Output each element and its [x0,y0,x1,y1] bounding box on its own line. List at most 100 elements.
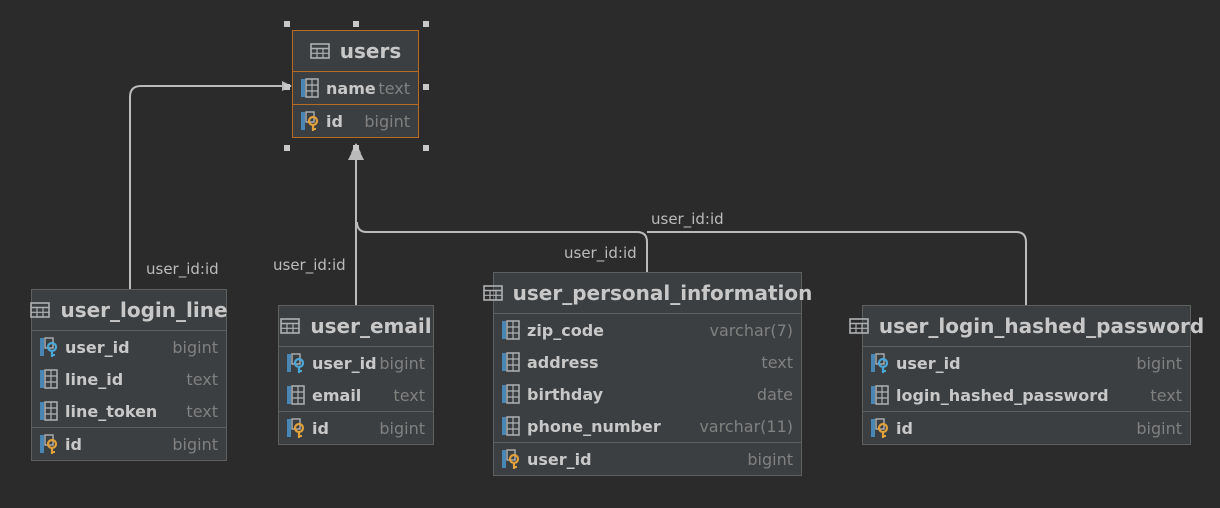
column-row[interactable]: id bigint [863,411,1190,444]
column-name: phone_number [527,416,661,436]
column-row[interactable]: birthday date [494,378,801,410]
column-type: bigint [172,434,218,454]
selection-handle[interactable] [423,145,429,151]
primary-key-icon [299,110,321,132]
table-icon [482,285,503,301]
column-icon [500,319,522,341]
column-type: date [756,384,793,404]
column-row[interactable]: line_token text [32,395,226,427]
primary-foreign-key-icon [500,448,522,470]
column-row[interactable]: user_id bigint [279,347,433,379]
table-icon [309,43,330,59]
foreign-key-icon [38,336,60,358]
table-header[interactable]: user_personal_information [482,273,812,314]
selection-handle[interactable] [284,84,290,90]
column-type: bigint [1136,418,1182,438]
column-row[interactable]: user_id bigint [863,347,1190,379]
column-row[interactable]: email text [279,379,433,411]
relation-label: user_id:id [273,256,346,275]
column-icon [38,400,60,422]
table-title: user_personal_information [512,281,813,305]
column-icon [299,77,321,99]
selection-handle[interactable] [353,21,359,27]
relation-label: user_id:id [651,210,724,229]
column-row[interactable]: id bigint [32,427,226,460]
column-icon [500,351,522,373]
primary-key-icon [38,433,60,455]
column-type: text [1150,385,1182,405]
column-name: id [896,418,913,438]
relation-label: user_id:id [564,244,637,263]
column-type: text [761,352,793,372]
column-name: zip_code [527,320,605,340]
column-type: text [186,369,218,389]
table-header[interactable]: user_login_hashed_password [849,306,1204,347]
column-row[interactable]: user_id bigint [494,442,801,475]
column-row[interactable]: phone_number varchar(11) [494,410,801,442]
column-type: bigint [1136,353,1182,373]
table-title: user_login_line [60,298,228,322]
selection-handle[interactable] [284,21,290,27]
relation-label: user_id:id [146,260,219,279]
table-user-login-hashed-password[interactable]: user_login_hashed_password user_id bigin… [849,305,1204,445]
column-name: address [527,352,599,372]
column-row[interactable]: login_hashed_password text [863,379,1190,411]
selection-handle[interactable] [423,21,429,27]
column-name: user_id [896,353,961,373]
column-row[interactable]: zip_code varchar(7) [494,314,801,346]
table-title: users [339,39,402,63]
column-name: line_id [65,369,124,389]
column-icon [285,384,307,406]
column-name: id [65,434,82,454]
relation-line-user-login-line[interactable] [129,81,292,289]
column-row[interactable]: user_id bigint [32,331,226,363]
column-row[interactable]: line_id text [32,363,226,395]
table-icon [849,318,869,334]
table-icon [30,302,51,318]
column-icon [869,384,891,406]
table-user-email[interactable]: user_email user_id bigint email text id … [278,305,434,445]
foreign-key-icon [869,352,891,374]
column-type: bigint [364,111,410,131]
column-name: login_hashed_password [896,385,1109,405]
table-header[interactable]: user_login_line [30,290,228,331]
table-users[interactable]: users name text id bigint [292,30,419,138]
column-row[interactable]: name text [293,72,418,104]
column-type: bigint [379,418,425,438]
column-name: name [326,78,376,98]
table-header[interactable]: users [293,31,418,72]
column-type: text [378,78,410,98]
table-user-login-line[interactable]: user_login_line user_id bigint line_id t… [30,289,228,461]
selection-handle[interactable] [423,84,429,90]
column-name: birthday [527,384,604,404]
column-type: varchar(7) [709,320,793,340]
column-type: bigint [747,449,793,469]
column-name: id [326,111,343,131]
table-title: user_login_hashed_password [878,314,1205,338]
column-icon [38,368,60,390]
column-type: bigint [379,353,425,373]
column-name: user_id [65,337,130,357]
column-icon [500,383,522,405]
column-type: text [186,401,218,421]
column-row[interactable]: id bigint [279,411,433,444]
column-type: bigint [172,337,218,357]
column-row[interactable]: address text [494,346,801,378]
column-type: text [393,385,425,405]
primary-key-icon [869,417,891,439]
column-name: line_token [65,401,158,421]
column-row[interactable]: id bigint [293,104,418,137]
primary-key-icon [285,417,307,439]
table-icon [280,318,301,334]
table-title: user_email [310,314,432,338]
foreign-key-icon [285,352,307,374]
table-user-personal-information[interactable]: user_personal_information zip_code varch… [482,272,812,476]
column-name: user_id [527,449,592,469]
selection-handle[interactable] [284,145,290,151]
column-name: user_id [312,353,377,373]
column-name: email [312,385,362,405]
table-header[interactable]: user_email [279,306,433,347]
column-type: varchar(11) [699,416,793,436]
selection-handle[interactable] [353,145,359,151]
column-name: id [312,418,329,438]
